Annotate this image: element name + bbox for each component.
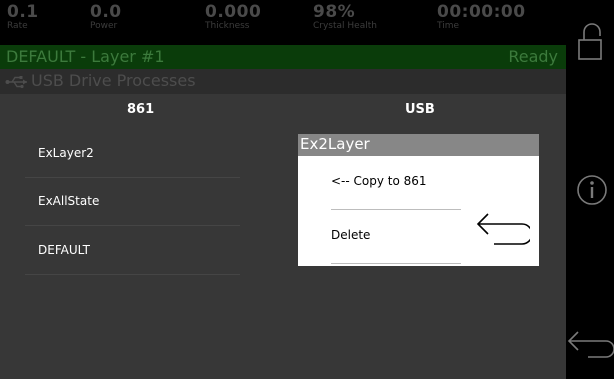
divider [331,263,461,264]
rate-label: Rate [7,21,28,31]
crystal-health-readout: 98% Crystal Health [313,2,377,32]
main-panel: 0.1 Rate 0.0 Power 0.000 Thickness 98% C… [0,0,566,379]
popup-header: Ex2Layer [298,134,539,156]
copy-to-861-label: <-- Copy to 861 [331,174,427,188]
divider [25,274,240,275]
delete-option[interactable]: Delete [331,212,461,264]
process-options-popup: Ex2Layer <-- Copy to 861 Delete [298,134,539,266]
time-readout: 00:00:00 Time [437,2,526,32]
column-header-usb: USB [405,102,435,117]
right-sidebar [566,0,614,379]
popup-title: Ex2Layer [300,135,370,153]
screen-title-bar: USB Drive Processes [0,69,566,94]
back-arrow-icon[interactable] [566,320,614,368]
delete-label: Delete [331,228,371,242]
crystal-health-label: Crystal Health [313,21,377,31]
power-readout: 0.0 Power [90,2,122,32]
popup-back-icon[interactable] [474,208,530,248]
screen-title: USB Drive Processes [31,71,196,90]
copy-to-861-option[interactable]: <-- Copy to 861 [331,158,461,210]
layer-name: DEFAULT - Layer #1 [6,47,165,66]
lock-icon[interactable] [566,18,614,66]
power-label: Power [90,21,118,31]
process-label: ExLayer2 [38,146,94,160]
time-label: Time [437,21,460,31]
layer-bar: DEFAULT - Layer #1 Ready [0,45,566,69]
process-item-exlayer2[interactable]: ExLayer2 [25,130,240,178]
process-item-exallstate[interactable]: ExAllState [25,178,240,226]
thickness-label: Thickness [205,21,250,31]
thickness-readout: 0.000 Thickness [205,2,262,32]
process-label: DEFAULT [38,243,90,257]
divider [331,209,461,210]
divider [25,225,240,226]
rate-readout: 0.1 Rate [7,2,39,32]
rate-value: 0.1 [7,2,39,22]
status-bar: 0.1 Rate 0.0 Power 0.000 Thickness 98% C… [0,0,566,45]
crystal-health-value: 98% [313,2,356,22]
info-icon[interactable] [566,166,614,214]
layer-state: Ready [508,47,558,66]
power-value: 0.0 [90,2,122,22]
process-item-default[interactable]: DEFAULT [25,227,240,275]
process-label: ExAllState [38,194,100,208]
usb-icon [5,76,27,89]
thickness-value: 0.000 [205,2,262,22]
time-value: 00:00:00 [437,2,526,22]
column-header-861: 861 [127,102,155,117]
